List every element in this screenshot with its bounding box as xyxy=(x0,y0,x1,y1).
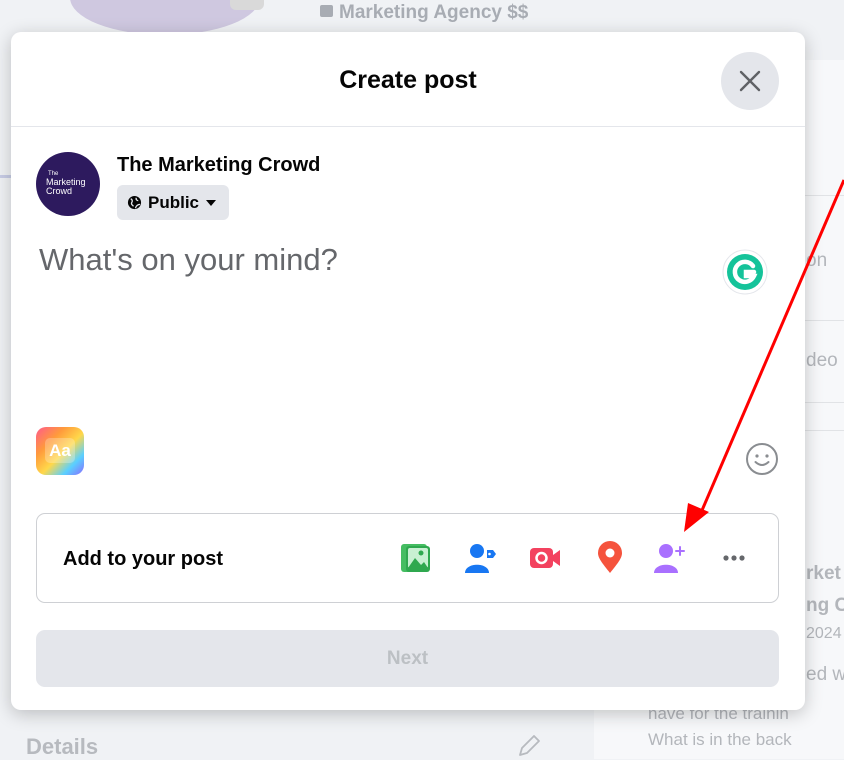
background-camera-badge xyxy=(230,0,264,10)
smiley-icon xyxy=(746,443,778,475)
background-snippet: deo xyxy=(806,350,838,371)
invite-people-button[interactable] xyxy=(647,535,693,581)
add-person-icon xyxy=(654,544,685,573)
avatar-text-line: Crowd xyxy=(46,186,73,196)
grammarly-icon[interactable] xyxy=(722,249,768,295)
close-icon xyxy=(739,70,761,92)
background-snippet: ng C xyxy=(806,595,844,616)
check-in-button[interactable] xyxy=(587,535,633,581)
background-snippet: ed w xyxy=(806,664,844,685)
location-pin-icon xyxy=(598,541,622,573)
background-category-text: Marketing Agency $$ xyxy=(339,2,529,23)
dialog-header: Create post xyxy=(11,32,805,127)
photo-video-icon xyxy=(401,544,430,572)
tag-people-button[interactable] xyxy=(457,535,503,581)
background-page-category: Marketing Agency $$ xyxy=(320,2,528,24)
globe-icon xyxy=(127,195,142,210)
emoji-button[interactable] xyxy=(745,442,779,476)
dialog-title: Create post xyxy=(339,66,477,94)
background-snippet: rket xyxy=(806,563,841,584)
caret-down-icon xyxy=(206,199,217,206)
audience-selector[interactable]: Public xyxy=(117,185,230,220)
post-text-input[interactable] xyxy=(37,240,701,404)
live-video-icon xyxy=(530,548,560,568)
close-button[interactable] xyxy=(721,52,779,110)
author-name: The Marketing Crowd xyxy=(117,154,321,176)
text-style-label: Aa xyxy=(45,438,75,463)
more-options-button[interactable] xyxy=(711,535,757,581)
author-avatar: The Marketing Crowd xyxy=(36,152,100,216)
create-post-dialog: Create post The Marketing Crowd The Mark… xyxy=(11,32,805,710)
background-snippet: What is in the back xyxy=(648,730,792,749)
audience-label: Public xyxy=(148,192,200,212)
briefcase-icon xyxy=(320,5,333,17)
live-video-button[interactable] xyxy=(522,535,568,581)
photo-video-button[interactable] xyxy=(392,535,438,581)
background-details-heading: Details xyxy=(26,734,99,759)
text-background-button[interactable]: Aa xyxy=(36,427,84,475)
add-to-post-bar: Add to your post xyxy=(36,513,779,603)
pencil-icon xyxy=(519,735,540,756)
next-button[interactable]: Next xyxy=(36,630,779,687)
tag-people-icon xyxy=(465,544,496,573)
more-dots-icon xyxy=(723,555,745,561)
background-snippet: on xyxy=(806,250,828,271)
background-snippet: 2024 xyxy=(806,625,842,642)
add-to-post-label: Add to your post xyxy=(63,548,223,570)
